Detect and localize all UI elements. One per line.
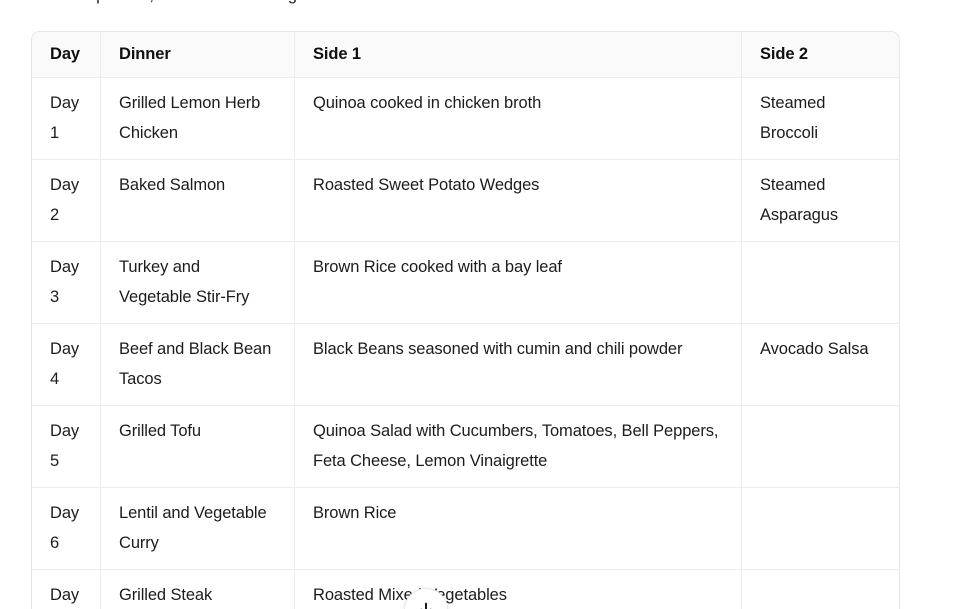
column-header-side-1: Side 1 [295,32,742,78]
clipped-paragraph-above-table: and chili powder, and a lemon vinaigrett… [31,0,898,6]
table-header-row: Day Dinner Side 1 Side 2 [32,32,899,78]
meal-plan-table: Day Dinner Side 1 Side 2 Day 1 Grilled L… [31,31,900,609]
cell-day: Day 7 [32,570,101,609]
cell-side-2 [742,488,899,570]
cell-side-2: Steamed Asparagus [742,160,899,242]
table-row: Day 2 Baked Salmon Roasted Sweet Potato … [32,160,899,242]
cell-day: Day 4 [32,324,101,406]
cell-side-1: Black Beans seasoned with cumin and chil… [295,324,742,406]
table-row: Day 6 Lentil and Vegetable Curry Brown R… [32,488,899,570]
cell-side-2 [742,570,899,609]
cell-day: Day 3 [32,242,101,324]
page-root: and chili powder, and a lemon vinaigrett… [0,0,959,609]
cell-day: Day 5 [32,406,101,488]
column-header-side-2: Side 2 [742,32,899,78]
cell-dinner: Beef and Black Bean Tacos [101,324,295,406]
cell-side-2: Steamed Broccoli [742,78,899,160]
table-row: Day 5 Grilled Tofu Quinoa Salad with Cuc… [32,406,899,488]
cell-side-1: Brown Rice cooked with a bay leaf [295,242,742,324]
cell-day: Day 1 [32,78,101,160]
cell-side-1: Quinoa cooked in chicken broth [295,78,742,160]
cell-day: Day 2 [32,160,101,242]
meal-plan-table-container: Day Dinner Side 1 Side 2 Day 1 Grilled L… [31,31,900,609]
cell-side-1: Brown Rice [295,488,742,570]
cell-dinner: Turkey and Vegetable Stir-Fry [101,242,295,324]
cell-dinner: Baked Salmon [101,160,295,242]
column-header-day: Day [32,32,101,78]
cell-side-1: Quinoa Salad with Cucumbers, Tomatoes, B… [295,406,742,488]
cell-side-2: Avocado Salsa [742,324,899,406]
table-row: Day 7 Grilled Steak Roasted Mixed Vegeta… [32,570,899,609]
table-row: Day 4 Beef and Black Bean Tacos Black Be… [32,324,899,406]
table-header: Day Dinner Side 1 Side 2 [32,32,899,78]
cell-side-1: Roasted Mixed Vegetables [295,570,742,609]
cell-day: Day 6 [32,488,101,570]
cell-side-2 [742,242,899,324]
table-body: Day 1 Grilled Lemon Herb Chicken Quinoa … [32,78,899,609]
cell-dinner: Grilled Lemon Herb Chicken [101,78,295,160]
cell-dinner: Grilled Tofu [101,406,295,488]
arrow-down-icon [417,601,435,609]
cell-dinner: Grilled Steak [101,570,295,609]
cell-side-2 [742,406,899,488]
table-row: Day 3 Turkey and Vegetable Stir-Fry Brow… [32,242,899,324]
table-row: Day 1 Grilled Lemon Herb Chicken Quinoa … [32,78,899,160]
cell-side-1: Roasted Sweet Potato Wedges [295,160,742,242]
column-header-dinner: Dinner [101,32,295,78]
cell-dinner: Lentil and Vegetable Curry [101,488,295,570]
